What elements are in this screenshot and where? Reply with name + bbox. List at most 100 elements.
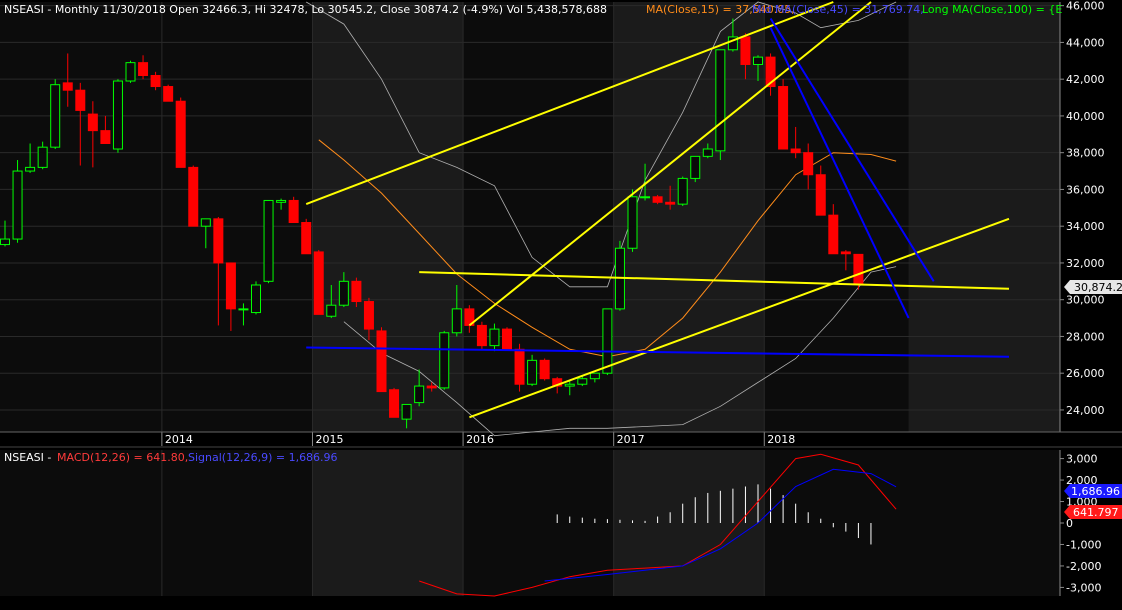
candle-down [313, 251, 324, 315]
candle-up [25, 166, 36, 172]
symbol-info-text: NSEASI - Monthly 11/30/2018 Open 32466.3… [4, 3, 607, 16]
price-tick-label: 44,000 [1066, 36, 1105, 49]
price-tick-label: 34,000 [1066, 220, 1105, 233]
candle-down [62, 82, 73, 91]
candle-up [690, 155, 701, 179]
year-label: 2016 [466, 433, 494, 446]
candle-up [276, 199, 287, 203]
candle-up [326, 304, 337, 317]
candle-up [702, 148, 713, 157]
candle-down [363, 301, 374, 330]
candle-up [602, 308, 613, 374]
candle-up [401, 403, 412, 420]
candle-down [502, 328, 512, 350]
year-band [312, 450, 464, 596]
year-label: 2017 [617, 433, 645, 446]
candle-down [376, 330, 387, 393]
macd-panel: -3,000-2,000-1,00001,0002,0003,000 [0, 450, 1101, 597]
price-tick-label: 24,000 [1066, 404, 1105, 417]
candle-down [652, 196, 663, 203]
price-tick-label: 30,000 [1066, 294, 1105, 307]
candle-down [225, 262, 236, 310]
candle-up [50, 84, 61, 148]
candle-down [426, 385, 437, 389]
candle-down [665, 201, 676, 205]
candle-down [828, 214, 839, 255]
price-tick-label: 46,000 [1066, 0, 1105, 13]
signal-value-label: Signal(12,26,9) = 1,686.96 [188, 451, 338, 464]
macd-tick-label: -2,000 [1066, 560, 1101, 573]
candle-up [200, 218, 211, 227]
price-tick-label: 32,000 [1066, 257, 1105, 270]
candle-down [175, 100, 186, 168]
candle-up [0, 238, 10, 246]
long-ma-label: Long MA(Close,100) = {E [922, 3, 1062, 16]
candle-up [112, 80, 123, 150]
macd-value-label: MACD(12,26) = 641.80, [57, 451, 188, 464]
price-tick-label: 38,000 [1066, 147, 1105, 160]
candle-down [75, 89, 86, 111]
candle-up [414, 385, 425, 404]
macd-tick-label: 3,000 [1066, 453, 1098, 466]
candle-down [476, 324, 487, 347]
candle-up [715, 49, 726, 152]
price-panel: 24,000 26,000 28,000 30,000 32,000 34,000 36,0… [0, 0, 1122, 448]
price-tick-label: 28,000 [1066, 330, 1105, 343]
macd-symbol-label: NSEASI - [4, 451, 51, 464]
candle-down [803, 152, 814, 176]
candle-up [577, 378, 588, 385]
candle-up [627, 196, 638, 249]
candle-up [677, 177, 688, 205]
candle-up [527, 359, 538, 385]
candle-down [740, 36, 751, 65]
candle-down [150, 75, 161, 88]
candle-up [439, 332, 450, 389]
candle-up [564, 383, 575, 387]
candle-down [514, 348, 525, 385]
year-label: 2015 [315, 433, 343, 446]
year-label: 2014 [165, 433, 193, 446]
candle-up [753, 56, 763, 65]
candle-down [100, 130, 111, 144]
candle-down [288, 199, 299, 224]
last-price-text: 30,874.2 [1074, 281, 1122, 294]
mid-ma-label: Mid MA(Close,45) = 31,769.74, [752, 3, 924, 16]
price-tick-label: 36,000 [1066, 183, 1105, 196]
candle-up [338, 280, 349, 306]
macd-plot-bg [0, 450, 1060, 596]
year-band [908, 2, 1060, 432]
candle-up [12, 170, 23, 240]
macd-tag: 641.797 [1064, 505, 1122, 519]
candle-down [301, 222, 312, 255]
candle-up [37, 146, 48, 168]
price-tick-label: 42,000 [1066, 73, 1105, 86]
candle-up [263, 199, 274, 282]
signal-tag: 1,686.96 [1064, 484, 1122, 498]
candle-down [778, 86, 789, 150]
candle-down [840, 251, 851, 255]
macd-tick-label: -1,000 [1066, 538, 1101, 551]
candle-down [87, 113, 98, 132]
candle-down [790, 148, 801, 154]
macd-tag-text: 641.797 [1073, 506, 1119, 519]
candle-down [351, 280, 362, 303]
candle-up [489, 328, 500, 347]
signal-tag-text: 1,686.96 [1071, 485, 1120, 498]
candle-up [125, 62, 136, 82]
candle-up [451, 308, 462, 334]
year-label: 2018 [767, 433, 795, 446]
candle-down [389, 389, 400, 418]
stock-chart: 24,000 26,000 28,000 30,000 32,000 34,000 36,0… [0, 0, 1122, 610]
macd-tick-label: -3,000 [1066, 581, 1101, 594]
candle-down [163, 86, 174, 102]
candle-down [213, 218, 224, 264]
candle-up [251, 284, 261, 314]
candle-down [539, 359, 550, 380]
last-price-tag: 30,874.2 [1064, 280, 1122, 294]
candle-up [589, 372, 600, 380]
candle-down [188, 166, 199, 227]
candle-up [640, 196, 651, 199]
candle-down [815, 174, 826, 216]
price-tick-label: 26,000 [1066, 367, 1105, 380]
price-tick-label: 40,000 [1066, 110, 1105, 123]
